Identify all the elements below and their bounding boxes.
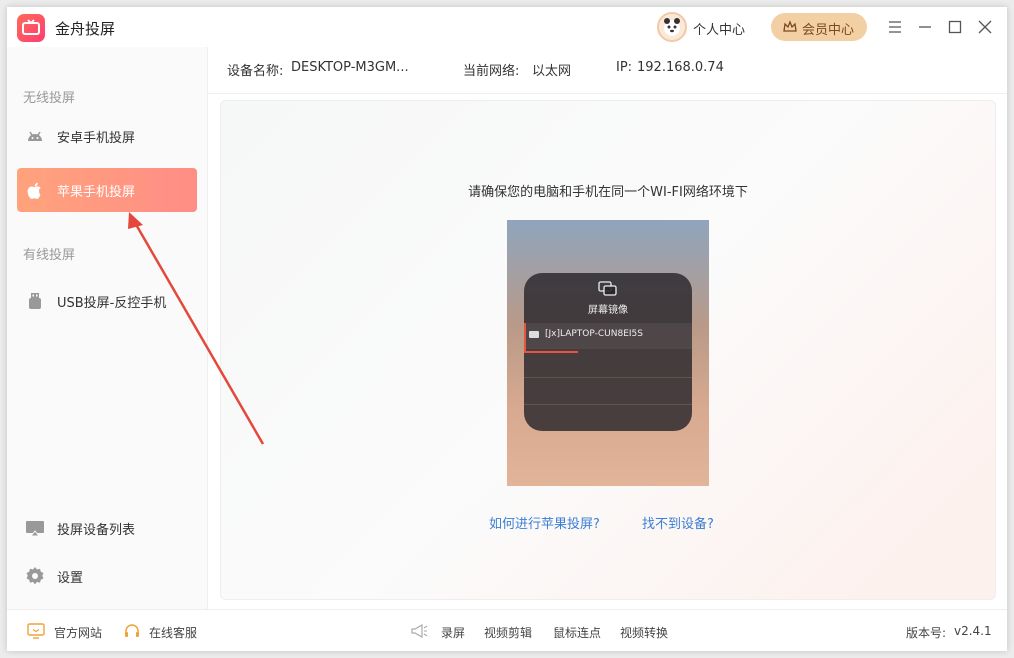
sidebar-item-label: 安卓手机投屏 bbox=[57, 131, 136, 146]
megaphone-icon bbox=[411, 623, 428, 639]
main-content-card: 请确保您的电脑和手机在同一个WI-FI网络环境下 屏幕镜像 [Jx]LAPTOP… bbox=[220, 100, 996, 600]
headset-icon bbox=[125, 624, 139, 637]
network-value: 以太网 bbox=[532, 64, 572, 79]
avatar[interactable] bbox=[657, 12, 687, 42]
usb-icon bbox=[25, 291, 45, 311]
version-label: 版本号: bbox=[906, 626, 947, 640]
maximize-icon[interactable] bbox=[943, 15, 967, 39]
sidebar-item-device-list[interactable]: 投屏设备列表 bbox=[17, 506, 197, 550]
vip-center-button[interactable]: 会员中心 bbox=[771, 13, 867, 41]
sidebar-item-label: USB投屏-反控手机 bbox=[57, 296, 167, 311]
sidebar-item-settings[interactable]: 设置 bbox=[17, 554, 197, 598]
sidebar-item-label: 投屏设备列表 bbox=[57, 523, 136, 538]
sidebar: 无线投屏 安卓手机投屏 苹果手机投屏 有线投屏 USB投屏-反控手机 投屏设备列 bbox=[7, 47, 208, 609]
device-name-value: DESKTOP-M3GM... bbox=[291, 60, 409, 75]
divider bbox=[524, 404, 692, 405]
device-info-bar: 设备名称: DESKTOP-M3GM... 当前网络: 以太网 IP: 192.… bbox=[207, 47, 1007, 94]
sidebar-item-apple[interactable]: 苹果手机投屏 bbox=[17, 168, 197, 212]
sidebar-item-label: 苹果手机投屏 bbox=[57, 185, 136, 200]
sidebar-item-label: 设置 bbox=[57, 571, 84, 586]
apple-icon bbox=[25, 180, 45, 200]
section-title-wireless: 无线投屏 bbox=[23, 91, 76, 106]
footer-bar: 官方网站 在线客服 录屏 视频剪辑 鼠标连点 视频转换 版本号: v2.4.1 bbox=[7, 609, 1007, 651]
screen-mirroring-title: 屏幕镜像 bbox=[588, 305, 628, 316]
website-icon bbox=[27, 623, 45, 639]
tool-video-edit[interactable]: 视频剪辑 bbox=[484, 624, 532, 641]
online-support-link[interactable]: 在线客服 bbox=[149, 624, 197, 641]
how-to-apple-cast-link[interactable]: 如何进行苹果投屏? bbox=[489, 513, 600, 532]
tool-video-convert[interactable]: 视频转换 bbox=[620, 624, 668, 641]
android-icon bbox=[25, 126, 45, 146]
app-logo-icon bbox=[17, 14, 45, 42]
ip-label: IP: bbox=[616, 60, 633, 75]
highlight-marker bbox=[524, 323, 578, 353]
screen-mirror-icon bbox=[598, 281, 617, 296]
official-website-link[interactable]: 官方网站 bbox=[54, 624, 102, 641]
close-icon[interactable] bbox=[973, 15, 997, 39]
vip-center-label: 会员中心 bbox=[802, 23, 855, 38]
ip-value: 192.168.0.74 bbox=[637, 60, 724, 75]
sidebar-item-android[interactable]: 安卓手机投屏 bbox=[17, 114, 197, 158]
screen-mirroring-panel: 屏幕镜像 [Jx]LAPTOP-CUN8EI5S bbox=[524, 273, 692, 431]
tool-record-screen[interactable]: 录屏 bbox=[441, 624, 465, 641]
gear-icon bbox=[25, 566, 45, 586]
sidebar-item-usb[interactable]: USB投屏-反控手机 bbox=[17, 279, 197, 323]
device-not-found-link[interactable]: 找不到设备? bbox=[642, 513, 714, 532]
minimize-icon[interactable] bbox=[913, 15, 937, 39]
ios-screen-mirror-illustration: 屏幕镜像 [Jx]LAPTOP-CUN8EI5S bbox=[507, 220, 709, 486]
network-label: 当前网络: bbox=[463, 64, 520, 79]
version-value: v2.4.1 bbox=[954, 624, 992, 638]
menu-icon[interactable] bbox=[883, 15, 907, 39]
app-title: 金舟投屏 bbox=[55, 20, 116, 38]
divider bbox=[524, 377, 692, 378]
device-name-label: 设备名称: bbox=[227, 64, 284, 79]
tool-auto-clicker[interactable]: 鼠标连点 bbox=[553, 624, 601, 641]
section-title-wired: 有线投屏 bbox=[23, 248, 76, 263]
personal-center-link[interactable]: 个人中心 bbox=[693, 19, 745, 38]
crown-icon bbox=[783, 20, 797, 32]
app-window: 金舟投屏 个人中心 会员中心 无线投屏 安卓手机投屏 苹果手机投屏 有线投屏 U… bbox=[7, 7, 1007, 651]
cast-device-icon bbox=[25, 518, 45, 538]
network-tip: 请确保您的电脑和手机在同一个WI-FI网络环境下 bbox=[468, 185, 748, 200]
title-bar: 金舟投屏 个人中心 会员中心 bbox=[7, 7, 1007, 47]
